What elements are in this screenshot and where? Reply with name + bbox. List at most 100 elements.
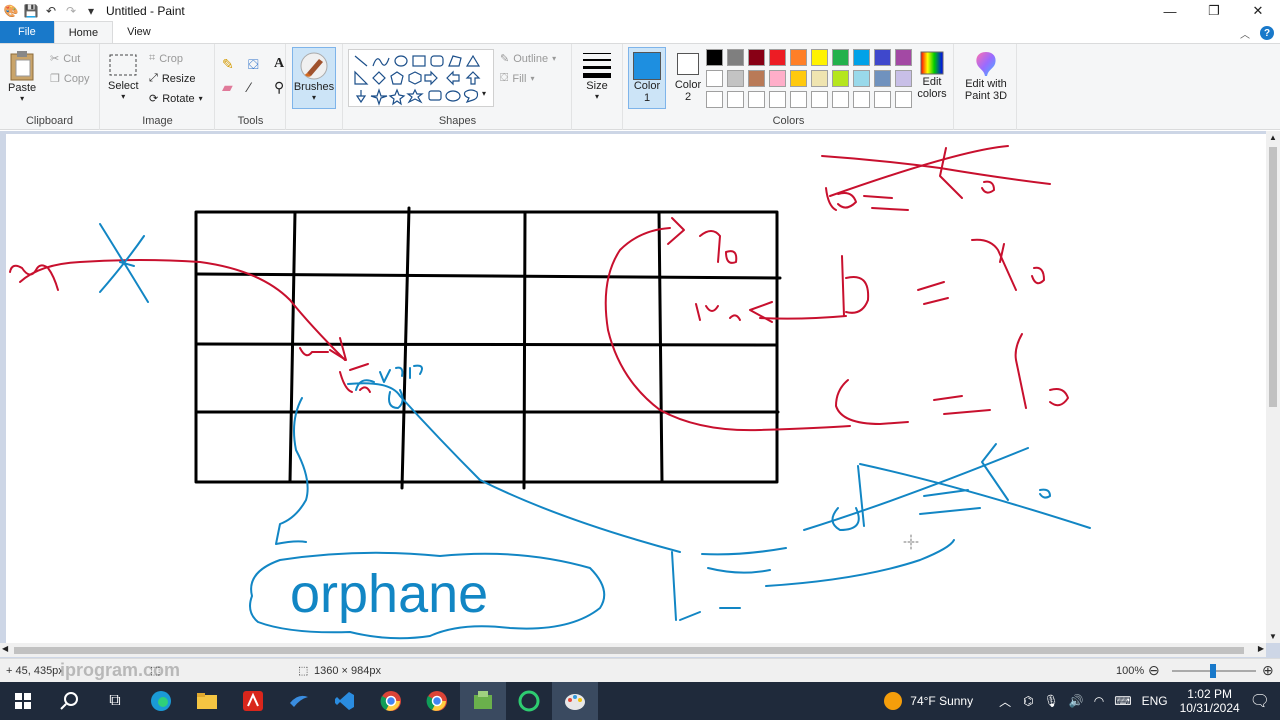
notifications-icon[interactable]: 🗨 <box>1250 691 1270 711</box>
paste-dropdown-icon[interactable]: ▾ <box>20 94 24 103</box>
rotate-dropdown-icon[interactable]: ▾ <box>199 94 203 103</box>
copy-button[interactable]: ❐ Copy <box>50 72 90 86</box>
palette-color-swatch[interactable] <box>706 49 723 66</box>
palette-color-swatch[interactable] <box>790 91 807 108</box>
zoom-slider-thumb[interactable] <box>1210 664 1216 678</box>
restore-button[interactable]: ❐ <box>1192 0 1236 22</box>
save-icon[interactable]: 💾 <box>24 4 39 18</box>
help-icon[interactable]: ? <box>1260 26 1274 40</box>
palette-color-swatch[interactable] <box>874 91 891 108</box>
language-indicator[interactable]: ENG <box>1142 694 1168 708</box>
zoom-slider[interactable] <box>1172 664 1256 678</box>
taskbar-acrobat[interactable] <box>230 682 276 720</box>
palette-color-swatch[interactable] <box>790 49 807 66</box>
undo-icon[interactable]: ↶ <box>44 4 58 18</box>
scroll-left-icon[interactable]: ◀ <box>2 644 8 653</box>
task-view-button[interactable]: ⧉ <box>92 682 138 720</box>
palette-color-swatch[interactable] <box>748 49 765 66</box>
vertical-scrollbar[interactable]: ▲ ▼ <box>1266 131 1280 643</box>
brushes-button[interactable]: Brushes ▾ <box>292 47 336 109</box>
palette-color-swatch[interactable] <box>706 91 723 108</box>
select-button[interactable]: Select ▾ <box>108 52 139 101</box>
vertical-scroll-thumb[interactable] <box>1269 147 1277 407</box>
taskbar-paint[interactable] <box>552 682 598 720</box>
palette-color-swatch[interactable] <box>874 70 891 87</box>
palette-color-swatch[interactable] <box>769 70 786 87</box>
palette-color-swatch[interactable] <box>769 49 786 66</box>
cut-button[interactable]: ✂ Cut <box>50 52 80 66</box>
select-dropdown-icon[interactable]: ▾ <box>121 92 125 101</box>
redo-icon[interactable]: ↷ <box>64 4 78 18</box>
tray-chevron-icon[interactable]: ︿ <box>999 693 1011 710</box>
rotate-button[interactable]: ⟳ Rotate ▾ <box>149 92 203 106</box>
scroll-down-icon[interactable]: ▼ <box>1269 632 1277 641</box>
palette-color-swatch[interactable] <box>769 91 786 108</box>
paste-button[interactable]: Paste ▾ <box>8 50 36 103</box>
palette-color-swatch[interactable] <box>727 49 744 66</box>
palette-color-swatch[interactable] <box>727 91 744 108</box>
taskbar-edge[interactable] <box>138 682 184 720</box>
horizontal-scroll-thumb[interactable] <box>14 647 1244 654</box>
resize-button[interactable]: ⤢ Resize <box>149 72 195 85</box>
edit-with-paint3d-button[interactable]: Edit with Paint 3D <box>959 50 1013 102</box>
outline-button[interactable]: ✎ Outline ▾ <box>500 52 556 66</box>
palette-color-swatch[interactable] <box>811 49 828 66</box>
palette-color-swatch[interactable] <box>832 49 849 66</box>
zoom-out-icon[interactable]: ⊖ <box>1148 662 1160 679</box>
shapes-scroll-icon[interactable]: ▾ <box>482 89 486 98</box>
scroll-up-icon[interactable]: ▲ <box>1269 133 1277 142</box>
taskbar-vscode[interactable] <box>322 682 368 720</box>
edit-colors-button[interactable]: Edit colors <box>914 50 950 100</box>
palette-color-swatch[interactable] <box>853 70 870 87</box>
palette-color-swatch[interactable] <box>832 91 849 108</box>
drawing-canvas[interactable]: orphane <box>6 134 1266 643</box>
weather-text[interactable]: 74°F Sunny <box>910 694 973 708</box>
palette-color-swatch[interactable] <box>748 70 765 87</box>
palette-color-swatch[interactable] <box>790 70 807 87</box>
network-icon[interactable]: ⌬ <box>1023 694 1033 708</box>
palette-color-swatch[interactable] <box>811 91 828 108</box>
eraser-icon[interactable]: ▰ <box>222 79 242 96</box>
volume-icon[interactable]: 🔊 <box>1069 694 1084 708</box>
taskbar-recorder[interactable] <box>506 682 552 720</box>
size-button[interactable]: Size ▾ <box>581 50 613 101</box>
taskbar-file-explorer[interactable] <box>184 682 230 720</box>
color-picker-icon[interactable]: ⁄ <box>248 79 268 96</box>
tab-home[interactable]: Home <box>53 21 114 43</box>
palette-color-swatch[interactable] <box>727 70 744 87</box>
clock[interactable]: 1:02 PM 10/31/2024 <box>1180 687 1240 715</box>
palette-color-swatch[interactable] <box>706 70 723 87</box>
palette-color-swatch[interactable] <box>874 49 891 66</box>
palette-color-swatch[interactable] <box>853 49 870 66</box>
horizontal-scrollbar[interactable]: ◀ ▶ <box>0 643 1266 657</box>
zoom-in-icon[interactable]: ⊕ <box>1262 662 1274 679</box>
taskbar-chrome[interactable] <box>368 682 414 720</box>
fill-button[interactable]: ⛋ Fill ▾ <box>500 72 534 85</box>
taskbar-app-active[interactable] <box>460 682 506 720</box>
keyboard-icon[interactable]: ⌨ <box>1114 694 1131 708</box>
collapse-ribbon-icon[interactable]: ︿ <box>1240 26 1250 41</box>
shapes-gallery[interactable] <box>348 49 494 107</box>
wifi-icon[interactable]: ◠ <box>1094 694 1104 708</box>
palette-color-swatch[interactable] <box>895 49 912 66</box>
color1-button[interactable]: Color 1 <box>628 47 666 109</box>
palette-color-swatch[interactable] <box>895 70 912 87</box>
palette-color-swatch[interactable] <box>895 91 912 108</box>
pencil-icon[interactable]: ✎ <box>222 56 242 73</box>
minimize-button[interactable]: — <box>1148 0 1192 22</box>
tab-file[interactable]: File <box>0 21 54 43</box>
search-button[interactable] <box>46 682 92 720</box>
color2-button[interactable]: Color 2 <box>670 47 706 109</box>
close-button[interactable]: ✕ <box>1236 0 1280 22</box>
palette-color-swatch[interactable] <box>832 70 849 87</box>
crop-button[interactable]: ⌗ Crop <box>149 52 183 65</box>
taskbar-chrome-2[interactable] <box>414 682 460 720</box>
customize-toolbar-icon[interactable]: ▾ <box>84 4 98 18</box>
tab-view[interactable]: View <box>113 21 165 43</box>
scroll-right-icon[interactable]: ▶ <box>1258 644 1264 653</box>
palette-color-swatch[interactable] <box>811 70 828 87</box>
microphone-icon[interactable]: 🎙 <box>1044 694 1059 708</box>
fill-bucket-icon[interactable]: ⛋ <box>248 56 268 73</box>
start-button[interactable] <box>0 682 46 720</box>
palette-color-swatch[interactable] <box>748 91 765 108</box>
